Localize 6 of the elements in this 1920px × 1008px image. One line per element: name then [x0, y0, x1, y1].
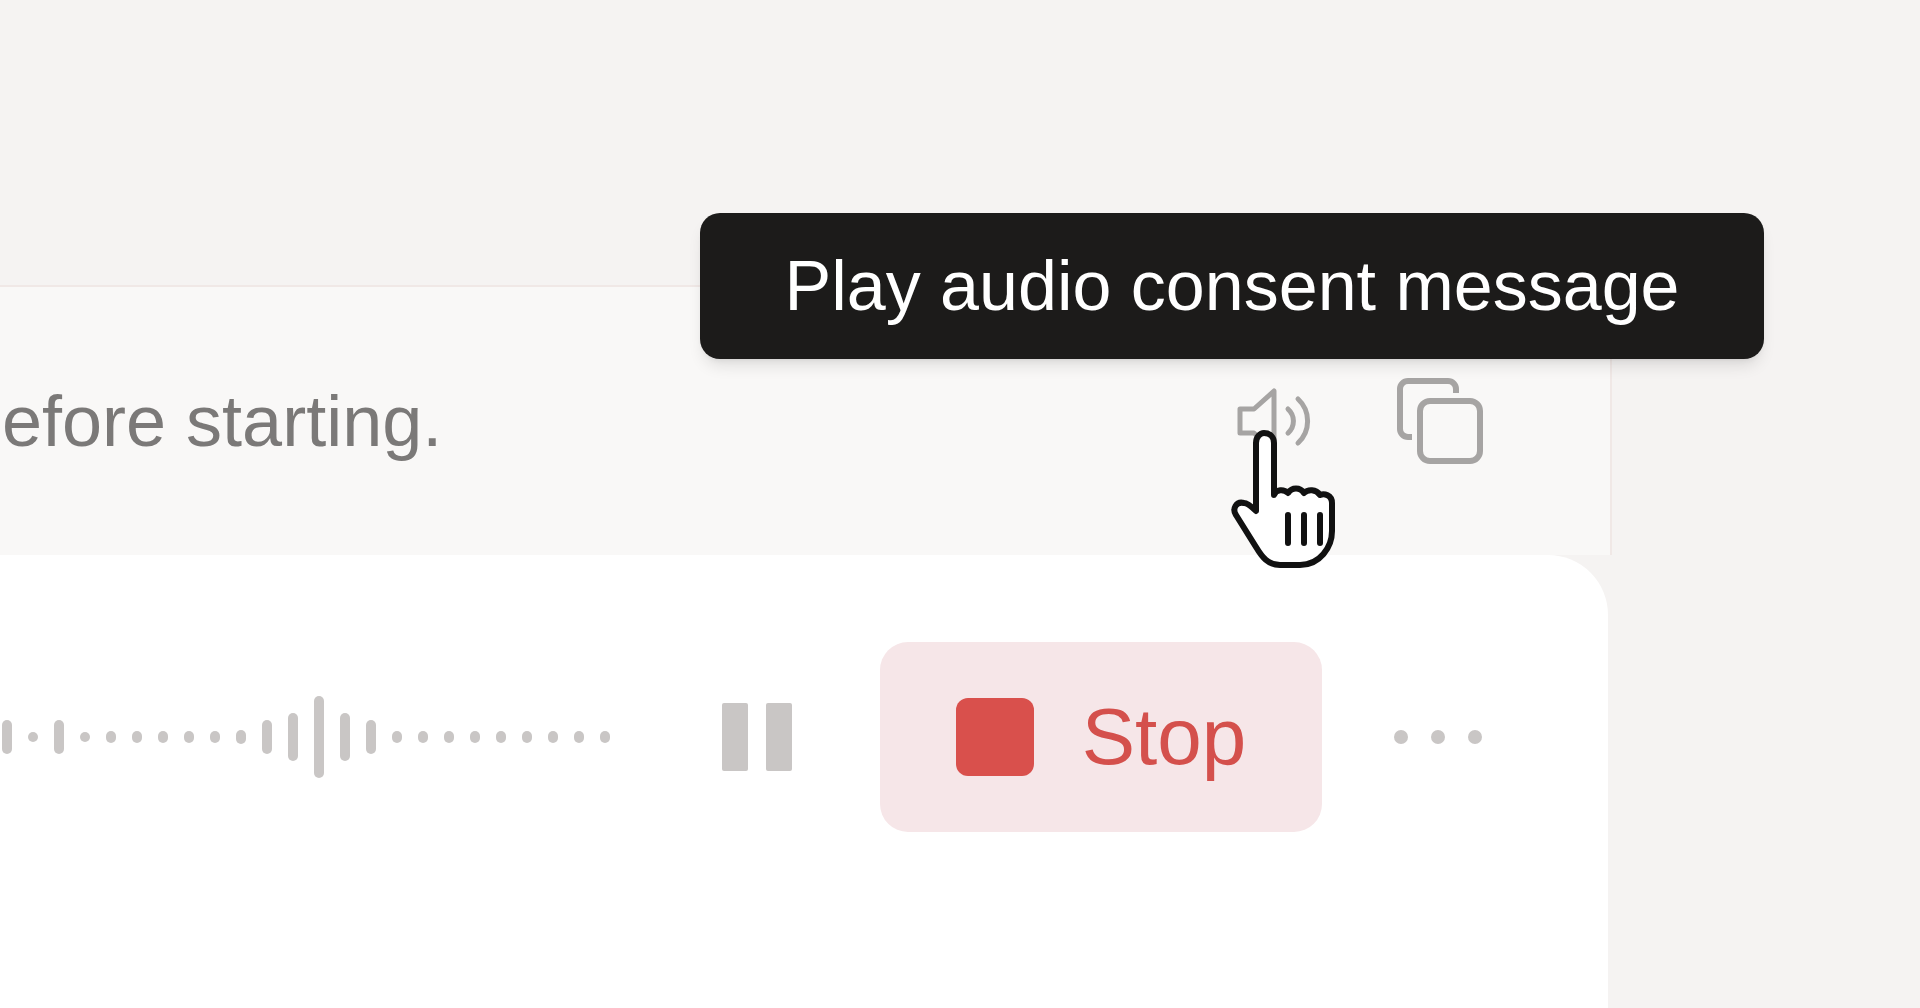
pause-button[interactable]: [722, 700, 794, 773]
tooltip: Play audio consent message: [700, 213, 1764, 359]
more-icon: [1392, 727, 1484, 746]
stop-button[interactable]: Stop: [880, 641, 1322, 832]
pause-icon: [722, 702, 794, 771]
stop-square-icon: [955, 697, 1034, 776]
